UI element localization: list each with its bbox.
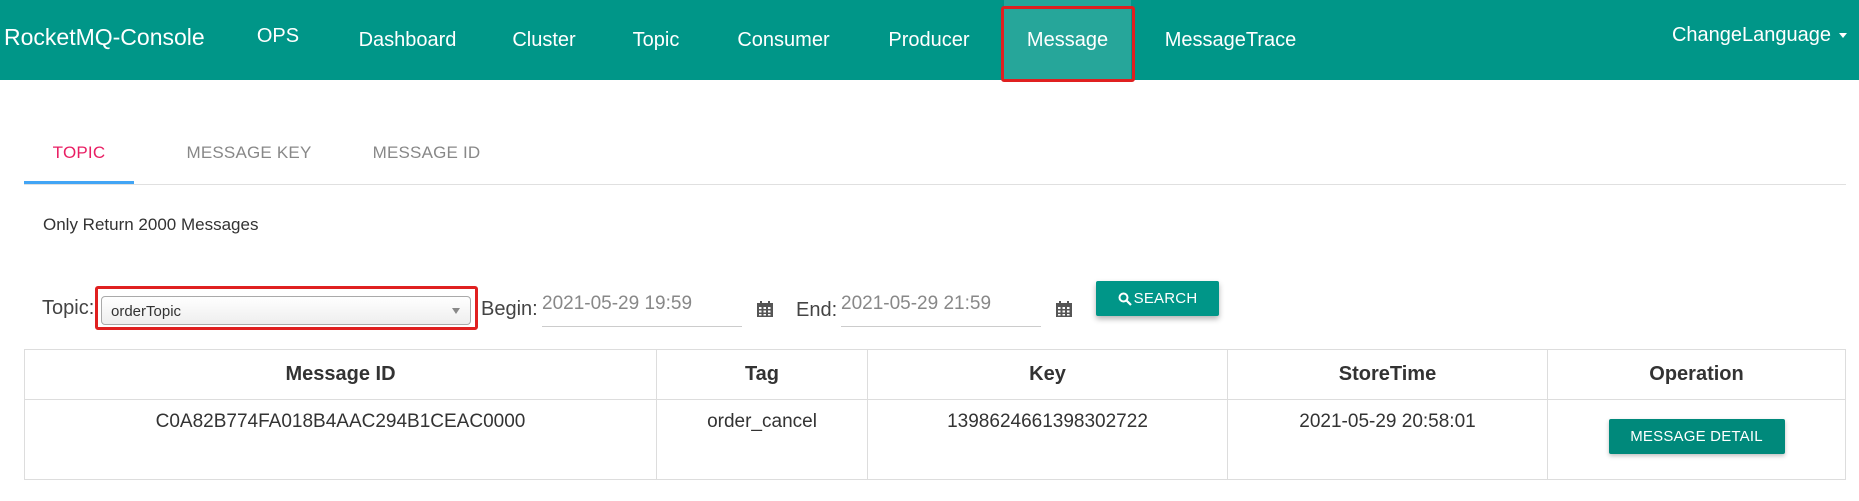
- cell-tag: order_cancel: [656, 399, 868, 480]
- tab-message-key[interactable]: MESSAGE KEY: [159, 124, 339, 182]
- search-button-label: SEARCH: [1133, 290, 1198, 307]
- select-arrow-icon: [452, 308, 460, 314]
- cell-operation: MESSAGE DETAIL: [1547, 399, 1846, 480]
- brand-logo[interactable]: RocketMQ-Console: [4, 24, 205, 51]
- cell-store-time: 2021-05-29 20:58:01: [1227, 399, 1548, 480]
- table-header-row: Message ID Tag Key StoreTime Operation: [24, 349, 1846, 400]
- end-label: End:: [796, 299, 838, 321]
- cell-message-id: C0A82B774FA018B4AAC294B1CEAC0000: [24, 399, 657, 480]
- search-button[interactable]: SEARCH: [1096, 281, 1219, 316]
- begin-label: Begin:: [481, 298, 538, 320]
- change-language-label: ChangeLanguage: [1671, 24, 1831, 46]
- nav-item-consumer[interactable]: Consumer: [721, 0, 846, 80]
- column-header-storetime: StoreTime: [1227, 349, 1548, 400]
- nav-item-message[interactable]: Message: [1004, 0, 1131, 80]
- caret-down-icon: [1839, 33, 1847, 39]
- begin-date-value: 2021-05-29 19:59: [542, 293, 693, 314]
- column-header-tag: Tag: [656, 349, 868, 400]
- begin-date-input[interactable]: 2021-05-29 19:59: [542, 293, 742, 327]
- message-table: Message ID Tag Key StoreTime Operation C…: [24, 349, 1846, 480]
- nav-item-topic[interactable]: Topic: [621, 0, 691, 80]
- column-header-key: Key: [867, 349, 1228, 400]
- search-icon: [1118, 292, 1132, 306]
- nav-item-cluster[interactable]: Cluster: [499, 0, 589, 80]
- column-header-message-id: Message ID: [24, 349, 657, 400]
- cell-key: 1398624661398302722: [867, 399, 1228, 480]
- end-date-value: 2021-05-29 21:59: [841, 293, 992, 314]
- calendar-icon[interactable]: [1055, 300, 1073, 318]
- top-navbar: RocketMQ-Console OPS Dashboard Cluster T…: [0, 0, 1859, 80]
- table-row: C0A82B774FA018B4AAC294B1CEAC0000 order_c…: [24, 399, 1846, 480]
- result-limit-note: Only Return 2000 Messages: [43, 215, 259, 234]
- tab-message-id[interactable]: MESSAGE ID: [344, 124, 509, 182]
- tab-topic[interactable]: TOPIC: [24, 124, 134, 184]
- calendar-icon[interactable]: [756, 300, 774, 318]
- change-language-dropdown[interactable]: ChangeLanguage: [1672, 24, 1847, 47]
- column-header-operation: Operation: [1547, 349, 1846, 400]
- topic-select-value: orderTopic: [111, 303, 182, 320]
- nav-item-ops[interactable]: OPS: [248, 0, 308, 76]
- topic-select[interactable]: orderTopic: [101, 296, 471, 325]
- nav-item-messagetrace[interactable]: MessageTrace: [1158, 0, 1303, 80]
- message-detail-button[interactable]: MESSAGE DETAIL: [1608, 419, 1785, 454]
- nav-item-producer[interactable]: Producer: [874, 0, 984, 80]
- query-tabs: TOPIC MESSAGE KEY MESSAGE ID: [24, 124, 1846, 185]
- topic-label: Topic:: [42, 297, 95, 319]
- end-date-input[interactable]: 2021-05-29 21:59: [841, 293, 1041, 327]
- nav-item-dashboard[interactable]: Dashboard: [345, 0, 470, 80]
